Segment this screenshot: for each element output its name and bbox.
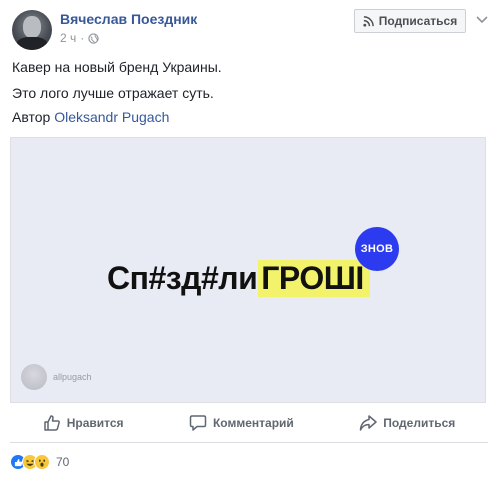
author-name[interactable]: Вячеслав Поездник <box>60 11 197 27</box>
thumbs-up-icon <box>43 415 60 431</box>
post-credit: Автор Oleksandr Pugach <box>12 108 169 126</box>
reactions-summary[interactable]: 70 <box>10 453 69 471</box>
credit-link[interactable]: Oleksandr Pugach <box>54 109 169 125</box>
facebook-post: Вячеслав Поездник 2 ч · Подписаться Каве… <box>0 0 498 486</box>
share-button[interactable]: Поделиться <box>359 414 455 432</box>
like-label: Нравится <box>66 416 124 430</box>
post-meta: 2 ч · <box>60 31 99 45</box>
post-text-line-1: Кавер на новый бренд Украины. <box>12 59 222 75</box>
comment-button[interactable]: Комментарий <box>189 414 294 432</box>
author-avatar[interactable] <box>12 10 52 50</box>
share-label: Поделиться <box>383 416 456 430</box>
avatar-body <box>16 37 48 50</box>
logo-text: Сп#зд#ли ГРОШІ <box>107 260 370 297</box>
separator: · <box>80 31 85 45</box>
follow-label: Подписаться <box>378 14 458 28</box>
reaction-count: 70 <box>56 455 70 469</box>
post-image[interactable]: Сп#зд#ли ГРОШІ ЗНОВ allpugach <box>10 137 486 403</box>
watermark-avatar <box>21 364 47 390</box>
follow-button[interactable]: Подписаться <box>354 9 466 33</box>
wow-icon <box>34 454 50 470</box>
divider <box>10 442 488 443</box>
like-button[interactable]: Нравится <box>43 414 124 432</box>
share-icon <box>359 415 377 431</box>
logo-badge: ЗНОВ <box>355 227 399 271</box>
avatar-face <box>23 16 41 38</box>
comment-label: Комментарий <box>212 416 294 430</box>
globe-icon[interactable] <box>88 32 99 44</box>
credit-prefix: Автор <box>12 109 51 125</box>
watermark-text: allpugach <box>53 372 92 382</box>
post-text-line-2: Это лого лучше отражает суть. <box>12 85 214 101</box>
more-options-icon[interactable] <box>475 14 489 26</box>
logo-highlight: ГРОШІ <box>258 260 370 297</box>
comment-icon <box>189 415 207 431</box>
rss-icon <box>363 15 374 27</box>
post-time[interactable]: 2 ч <box>60 31 76 45</box>
action-bar: Нравится Комментарий Поделиться <box>10 410 488 436</box>
logo-left: Сп#зд#ли <box>107 260 258 296</box>
